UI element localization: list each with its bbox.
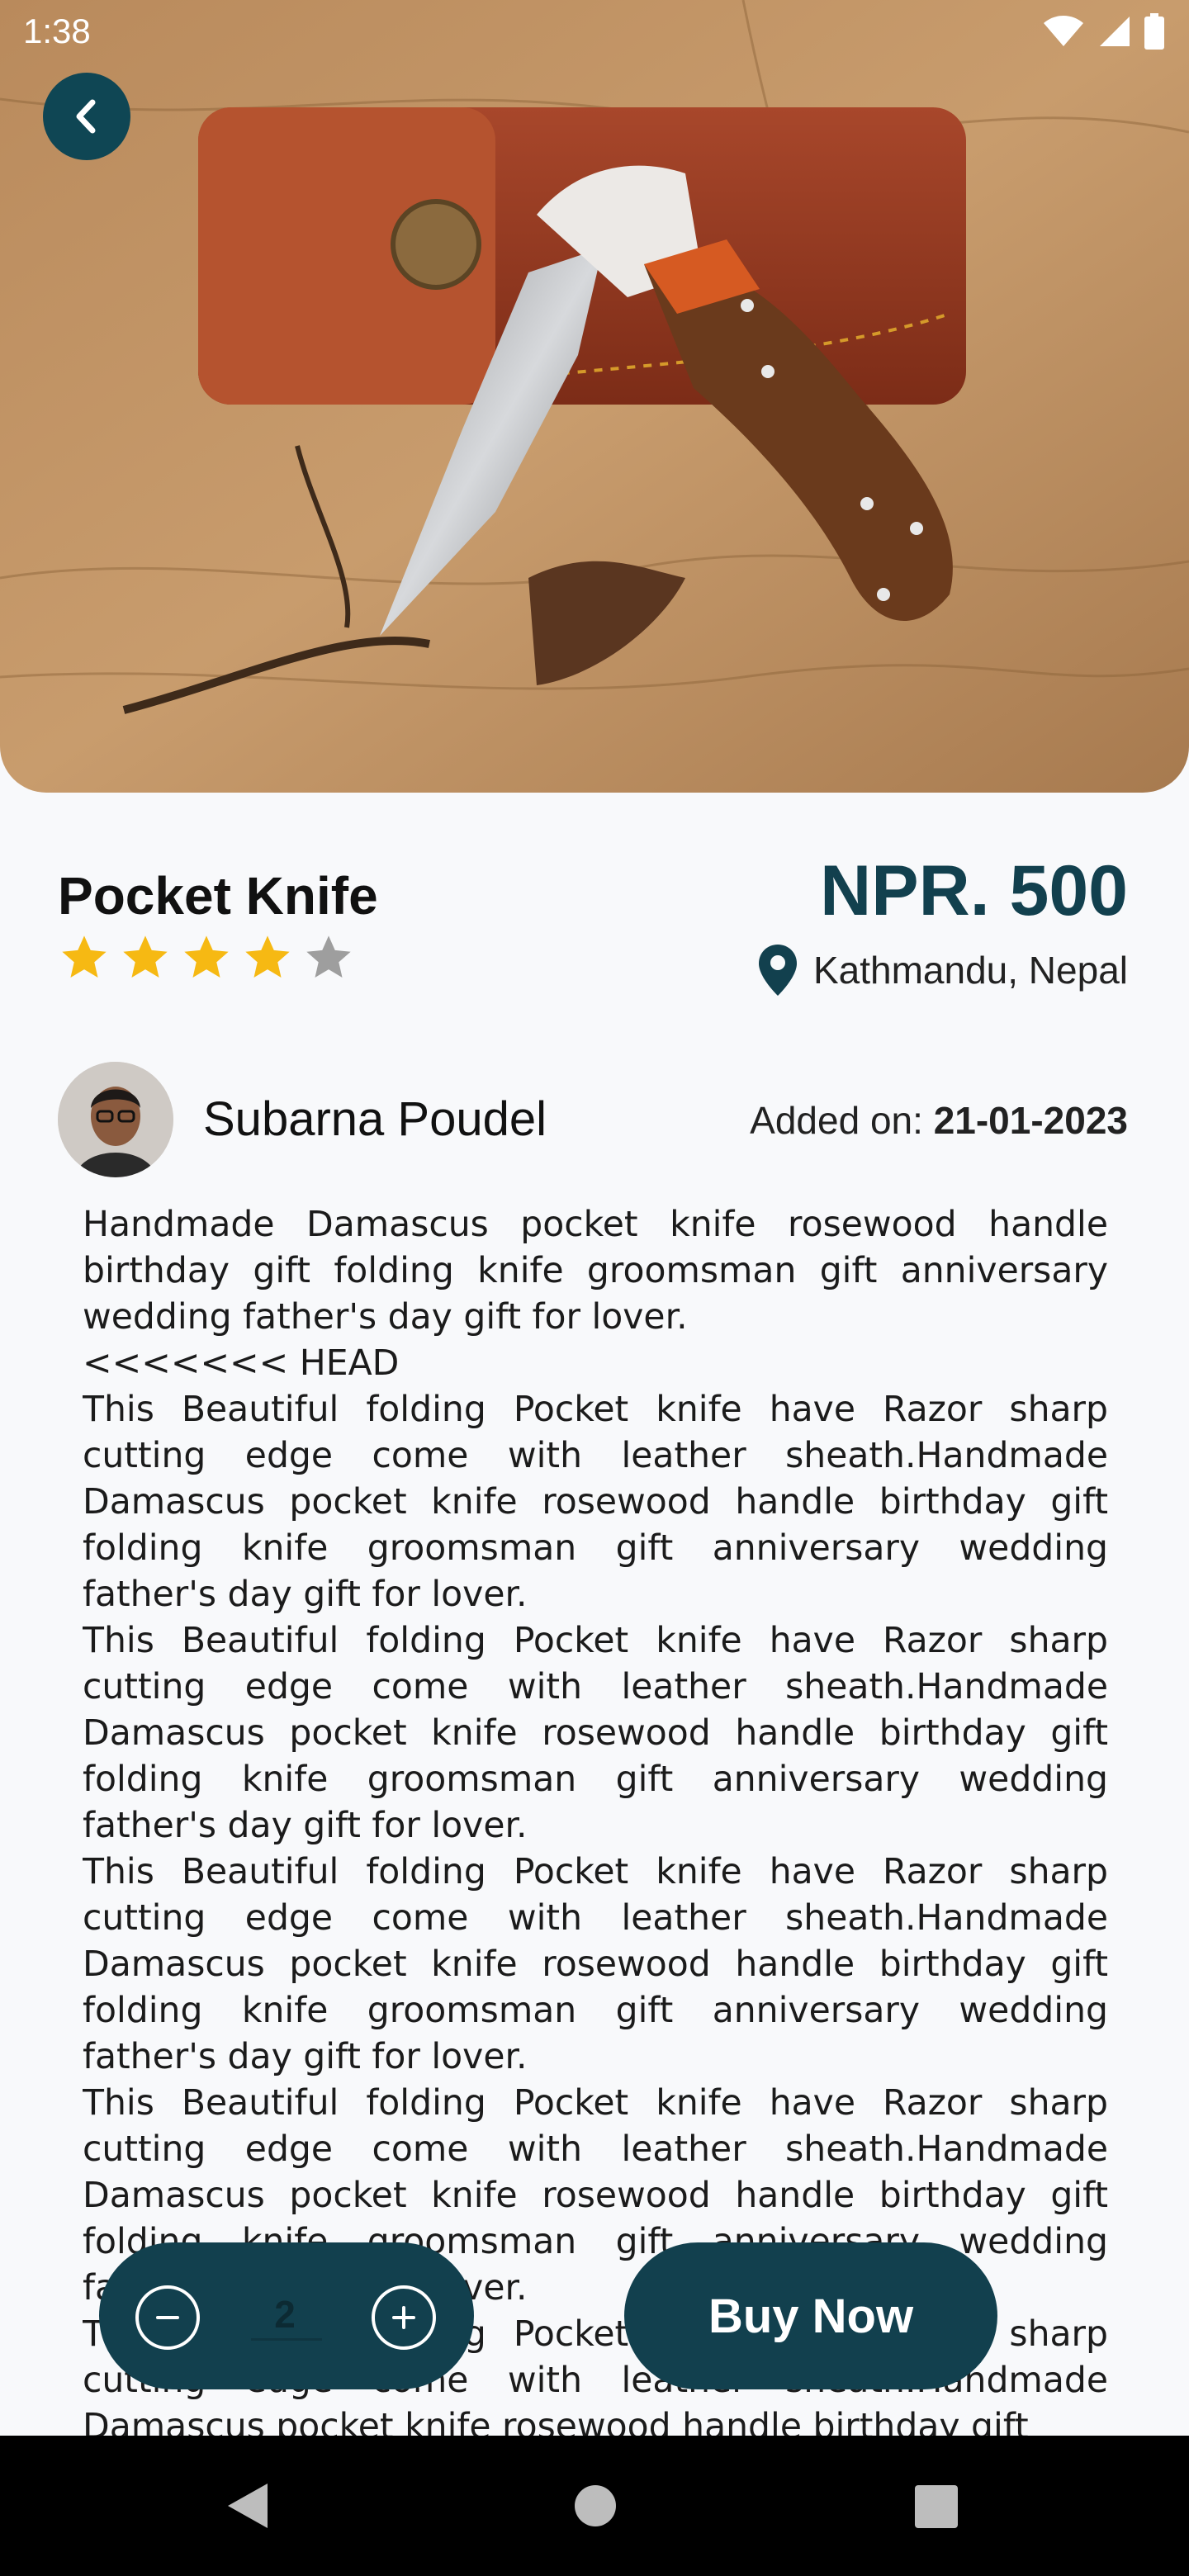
location-label: Kathmandu, Nepal xyxy=(812,949,1128,992)
chevron-left-icon xyxy=(76,99,96,134)
product-price: NPR. 500 xyxy=(820,851,1128,930)
battery-icon xyxy=(1144,13,1164,50)
added-on-date: 21-01-2023 xyxy=(933,1099,1128,1142)
system-navigation-bar xyxy=(0,2436,1189,2576)
star-icon xyxy=(184,935,229,978)
product-location: Kathmandu, Nepal xyxy=(757,943,1128,997)
rating-stars xyxy=(58,931,355,984)
quantity-underline xyxy=(251,2338,322,2341)
nav-back-icon[interactable] xyxy=(226,2482,269,2530)
back-button[interactable] xyxy=(43,73,130,160)
increase-quantity-button[interactable] xyxy=(372,2285,436,2350)
avatar[interactable] xyxy=(58,1062,173,1177)
nav-recents-icon[interactable] xyxy=(915,2485,958,2528)
wifi-icon xyxy=(1044,16,1083,46)
product-image xyxy=(0,0,1189,793)
nav-home-icon[interactable] xyxy=(573,2484,618,2528)
added-on: Added on: 21-01-2023 xyxy=(750,1098,1128,1143)
quantity-value[interactable]: 2 xyxy=(248,2292,322,2337)
map-pin-icon xyxy=(758,945,797,996)
decrease-quantity-button[interactable] xyxy=(135,2285,200,2350)
added-on-label: Added on: xyxy=(750,1099,923,1142)
plus-circle-icon xyxy=(392,2306,415,2329)
star-icon xyxy=(123,935,168,978)
product-title: Pocket Knife xyxy=(58,866,378,926)
star-icon xyxy=(245,935,290,978)
buy-now-button[interactable]: Buy Now xyxy=(624,2242,997,2389)
star-icon xyxy=(306,935,351,978)
signal-icon xyxy=(1100,17,1130,46)
seller-name: Subarna Poudel xyxy=(203,1092,547,1146)
star-icon xyxy=(62,935,107,978)
status-bar: 1:38 xyxy=(0,0,1189,69)
minus-circle-icon xyxy=(156,2316,179,2319)
status-time: 1:38 xyxy=(23,12,91,50)
